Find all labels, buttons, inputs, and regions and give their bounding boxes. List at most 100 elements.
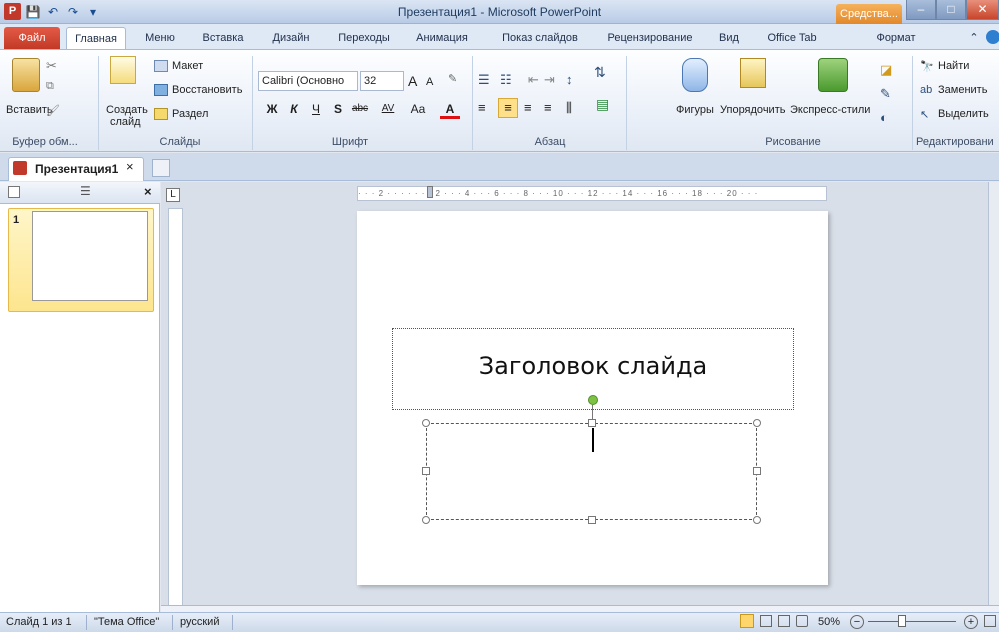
reset-button[interactable]: Восстановить bbox=[172, 84, 242, 96]
slides-panel-close-button[interactable]: × bbox=[144, 184, 152, 199]
help-icon[interactable] bbox=[986, 30, 999, 44]
increase-indent-icon[interactable]: ⇥ bbox=[544, 72, 555, 88]
tab-file[interactable]: Файл bbox=[4, 27, 60, 49]
tab-menu[interactable]: Меню bbox=[140, 27, 180, 49]
fit-to-window-icon[interactable] bbox=[984, 615, 996, 627]
shape-fill-icon[interactable]: ◪ bbox=[880, 62, 892, 78]
close-button[interactable]: ✕ bbox=[966, 0, 999, 20]
tab-office-tab[interactable]: Office Tab bbox=[762, 27, 822, 49]
resize-handle[interactable] bbox=[753, 419, 761, 427]
resize-handle[interactable] bbox=[753, 467, 761, 475]
cut-icon[interactable]: ✂ bbox=[46, 58, 57, 74]
shrink-font-button[interactable]: A bbox=[426, 76, 433, 88]
arrange-icon[interactable] bbox=[740, 58, 766, 88]
rotation-handle-icon[interactable] bbox=[588, 395, 598, 405]
contextual-tools-tab[interactable]: Средства... bbox=[836, 4, 902, 24]
zoom-out-button[interactable]: − bbox=[850, 615, 864, 629]
align-left-icon[interactable]: ≡ bbox=[478, 100, 486, 115]
shadow-button[interactable]: S bbox=[328, 99, 348, 119]
language-indicator[interactable]: русский bbox=[180, 614, 219, 631]
italic-button[interactable]: К bbox=[284, 99, 304, 119]
section-button[interactable]: Раздел bbox=[172, 108, 208, 120]
grow-font-button[interactable]: A bbox=[408, 73, 417, 89]
line-spacing-icon[interactable]: ↕ bbox=[566, 72, 573, 87]
resize-handle[interactable] bbox=[422, 516, 430, 524]
tab-animation[interactable]: Анимация bbox=[410, 27, 474, 49]
shape-effects-icon[interactable]: ◐ bbox=[880, 110, 888, 125]
zoom-slider-track[interactable] bbox=[868, 621, 956, 622]
resize-handle[interactable] bbox=[588, 516, 596, 524]
arrange-button[interactable]: Упорядочить bbox=[720, 104, 785, 116]
text-direction-icon[interactable]: ⇅ bbox=[594, 64, 606, 81]
find-button[interactable]: Найти bbox=[938, 60, 969, 72]
strikethrough-button[interactable]: abc bbox=[348, 99, 372, 119]
qat-customize-icon[interactable]: ▾ bbox=[84, 3, 102, 21]
shapes-icon[interactable] bbox=[682, 58, 708, 92]
slide-thumbnail[interactable] bbox=[32, 211, 148, 301]
tab-stop-selector-icon[interactable]: L bbox=[166, 188, 180, 202]
bold-button[interactable]: Ж bbox=[262, 99, 282, 119]
layout-button[interactable]: Макет bbox=[172, 60, 203, 72]
resize-handle[interactable] bbox=[422, 419, 430, 427]
tab-home[interactable]: Главная bbox=[66, 27, 126, 49]
quick-styles-icon[interactable] bbox=[818, 58, 848, 92]
slide-title-text[interactable]: Заголовок слайда bbox=[392, 352, 794, 380]
reading-view-icon[interactable] bbox=[778, 615, 790, 627]
decrease-indent-icon[interactable]: ⇤ bbox=[528, 72, 539, 88]
format-painter-icon[interactable]: 🖌 bbox=[46, 104, 60, 117]
resize-handle[interactable] bbox=[422, 467, 430, 475]
ribbon-minimize-icon[interactable]: ⌃ bbox=[966, 27, 982, 49]
char-spacing-button[interactable]: AV bbox=[376, 99, 400, 119]
slide-sorter-icon[interactable] bbox=[760, 615, 772, 627]
bullets-icon[interactable]: ☰ bbox=[478, 72, 490, 88]
new-slide-button[interactable]: Создать bbox=[106, 104, 148, 116]
tab-format[interactable]: Формат bbox=[868, 27, 924, 49]
zoom-slider-thumb[interactable] bbox=[898, 615, 906, 627]
change-case-button[interactable]: Aa bbox=[406, 99, 430, 119]
paste-icon[interactable] bbox=[12, 58, 40, 92]
smartart-icon[interactable]: ▤ bbox=[596, 96, 609, 113]
quick-styles-button[interactable]: Экспресс-стили bbox=[790, 104, 870, 116]
redo-icon[interactable]: ↷ bbox=[64, 3, 82, 21]
tab-insert[interactable]: Вставка bbox=[198, 27, 248, 49]
resize-handle[interactable] bbox=[753, 516, 761, 524]
resize-handle[interactable] bbox=[588, 419, 596, 427]
document-tab-close-button[interactable]: × bbox=[126, 159, 134, 174]
save-icon[interactable]: 💾 bbox=[24, 3, 42, 21]
indent-marker-icon[interactable] bbox=[427, 186, 433, 198]
tab-review[interactable]: Рецензирование bbox=[600, 27, 700, 49]
align-right-icon[interactable]: ≡ bbox=[524, 100, 532, 115]
shapes-button[interactable]: Фигуры bbox=[676, 104, 714, 116]
clear-format-icon[interactable]: ✎ bbox=[448, 72, 457, 85]
select-button[interactable]: Выделить bbox=[938, 108, 989, 120]
align-center-icon[interactable]: ≡ bbox=[498, 98, 518, 118]
slideshow-icon[interactable] bbox=[796, 615, 808, 627]
new-tab-icon[interactable] bbox=[152, 159, 170, 177]
replace-button[interactable]: Заменить bbox=[938, 84, 987, 96]
new-slide-icon[interactable] bbox=[110, 56, 136, 84]
columns-icon[interactable]: ⫼ bbox=[566, 100, 572, 116]
tab-slideshow[interactable]: Показ слайдов bbox=[494, 27, 586, 49]
outline-view-tab-icon[interactable]: ☰ bbox=[80, 184, 91, 198]
tab-transitions[interactable]: Переходы bbox=[334, 27, 394, 49]
font-name-combo[interactable]: Calibri (Основно bbox=[258, 71, 358, 91]
font-color-button[interactable]: A bbox=[440, 99, 460, 119]
slides-view-tab-icon[interactable] bbox=[8, 186, 20, 198]
underline-button[interactable]: Ч bbox=[306, 99, 326, 119]
justify-icon[interactable]: ≡ bbox=[544, 100, 552, 115]
copy-icon[interactable]: ⧉ bbox=[46, 80, 54, 93]
numbering-icon[interactable]: ☷ bbox=[500, 72, 512, 88]
zoom-level[interactable]: 50% bbox=[818, 614, 840, 631]
powerpoint-logo-icon[interactable]: P bbox=[4, 3, 21, 20]
tab-view[interactable]: Вид bbox=[714, 27, 744, 49]
minimize-button[interactable]: – bbox=[906, 0, 936, 20]
shape-outline-icon[interactable]: ✎ bbox=[880, 86, 891, 102]
theme-name[interactable]: "Тема Office" bbox=[94, 614, 159, 631]
zoom-in-button[interactable]: + bbox=[964, 615, 978, 629]
document-tab[interactable]: Презентация1 bbox=[8, 157, 144, 181]
maximize-button[interactable]: □ bbox=[936, 0, 966, 20]
vertical-scrollbar[interactable] bbox=[988, 182, 999, 612]
undo-icon[interactable]: ↶ bbox=[44, 3, 62, 21]
tab-design[interactable]: Дизайн bbox=[266, 27, 316, 49]
font-size-combo[interactable]: 32 bbox=[360, 71, 404, 91]
